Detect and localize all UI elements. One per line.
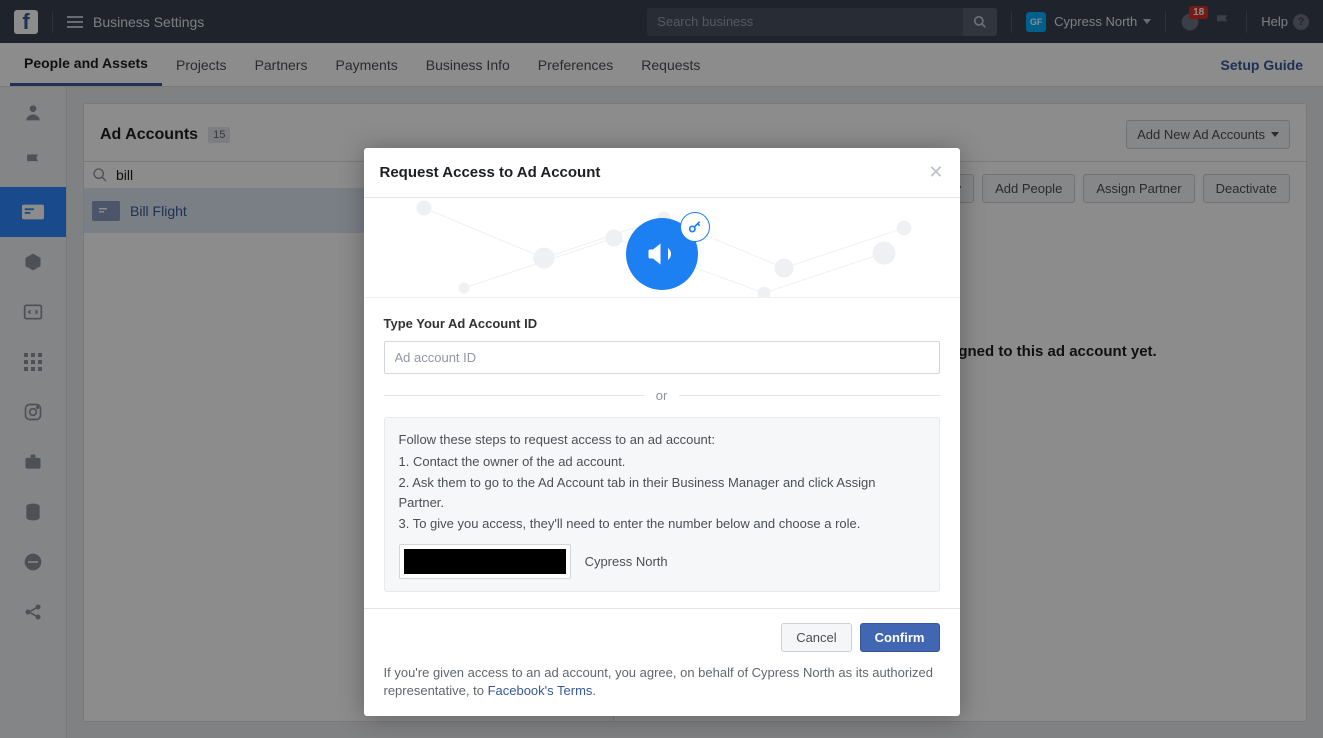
- modal-banner: [364, 198, 960, 298]
- terms-link[interactable]: Facebook's Terms: [488, 683, 593, 698]
- modal-header: Request Access to Ad Account ✕: [364, 148, 960, 198]
- business-name: Cypress North: [585, 552, 668, 572]
- step-2: 2. Ask them to go to the Ad Account tab …: [399, 473, 925, 512]
- modal-footer: Cancel Confirm: [364, 608, 960, 652]
- confirm-button[interactable]: Confirm: [860, 623, 940, 652]
- cancel-button[interactable]: Cancel: [781, 623, 851, 652]
- step-3: 3. To give you access, they'll need to e…: [399, 514, 925, 534]
- key-icon: [680, 212, 710, 242]
- terms-post: .: [592, 683, 596, 698]
- terms-pre: If you're given access to an ad account,…: [384, 665, 934, 698]
- or-divider: or: [384, 388, 940, 403]
- ad-account-id-input[interactable]: [384, 341, 940, 374]
- close-icon: ✕: [928, 162, 943, 182]
- steps-box: Follow these steps to request access to …: [384, 417, 940, 592]
- terms-note: If you're given access to an ad account,…: [364, 652, 960, 716]
- business-code-row: █████████████████ Cypress North: [399, 544, 925, 580]
- redacted-code: █████████████████: [404, 549, 566, 575]
- modal-overlay[interactable]: Request Access to Ad Account ✕: [0, 0, 1323, 738]
- close-button[interactable]: ✕: [928, 162, 943, 183]
- step-1: 1. Contact the owner of the ad account.: [399, 452, 925, 472]
- modal-body: Type Your Ad Account ID or Follow these …: [364, 298, 960, 592]
- ad-account-id-label: Type Your Ad Account ID: [384, 316, 940, 331]
- modal-title: Request Access to Ad Account: [380, 164, 601, 181]
- or-text: or: [644, 388, 680, 403]
- steps-intro: Follow these steps to request access to …: [399, 430, 925, 450]
- request-access-modal: Request Access to Ad Account ✕: [364, 148, 960, 716]
- business-id-code: █████████████████: [399, 544, 571, 580]
